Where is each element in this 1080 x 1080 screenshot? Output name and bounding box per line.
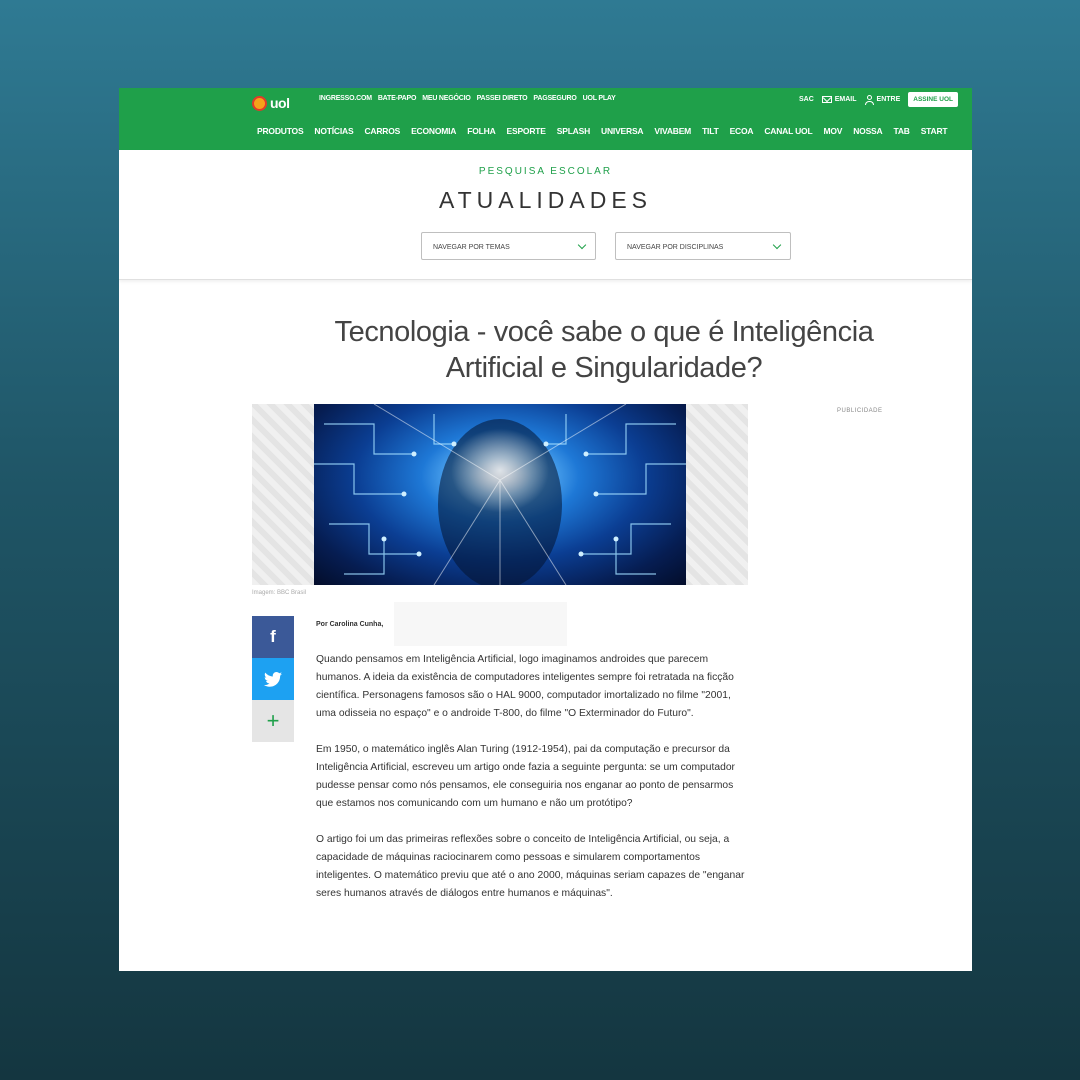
twitter-share-button[interactable] — [252, 658, 294, 700]
article-image[interactable] — [314, 404, 686, 585]
disciplines-dropdown-label: NAVEGAR POR DISCIPLINAS — [627, 244, 724, 251]
ad-label: PUBLICIDADE — [837, 408, 883, 414]
themes-dropdown[interactable]: NAVEGAR POR TEMAS — [421, 232, 596, 260]
nav-item-noticias[interactable]: NOTÍCIAS — [314, 126, 353, 136]
article-paragraph: Quando pensamos em Inteligência Artifici… — [316, 654, 734, 719]
nav-item-tilt[interactable]: TILT — [702, 126, 719, 136]
nav-item-vivabem[interactable]: VIVABEM — [654, 126, 691, 136]
nav-item-carros[interactable]: CARROS — [364, 126, 400, 136]
top-link-bate-papo[interactable]: BATE-PAPO — [378, 95, 417, 102]
article-title: Tecnologia - você sabe o que é Inteligên… — [334, 316, 874, 384]
nav-item-universa[interactable]: UNIVERSA — [601, 126, 644, 136]
nav-item-esporte[interactable]: ESPORTE — [507, 126, 546, 136]
top-link-passei-direto[interactable]: PASSEI DIRETO — [477, 95, 528, 102]
mail-icon — [821, 96, 832, 103]
themes-dropdown-label: NAVEGAR POR TEMAS — [433, 244, 510, 251]
image-caption: Imagem: BBC Brasil — [252, 590, 307, 596]
facebook-share-button[interactable]: f — [252, 616, 294, 658]
login-link[interactable]: ENTRE — [864, 95, 901, 105]
article-byline: Por Carolina Cunha, — [316, 621, 384, 628]
nav-item-folha[interactable]: FOLHA — [467, 126, 495, 136]
subscribe-button[interactable]: ASSINE UOL — [908, 92, 958, 107]
more-share-button[interactable]: + — [252, 700, 294, 742]
top-links: INGRESSO.COM BATE-PAPO MEU NEGÓCIO PASSE… — [319, 95, 616, 102]
login-label: ENTRE — [876, 96, 901, 103]
uol-logo[interactable]: uol — [252, 93, 290, 113]
chevron-down-icon — [772, 240, 782, 250]
nav-item-produtos[interactable]: PRODUTOS — [257, 126, 304, 136]
nav-item-nossa[interactable]: NOSSA — [853, 126, 882, 136]
sac-link[interactable]: SAC — [799, 96, 814, 103]
sac-label: SAC — [798, 96, 814, 103]
account-links: SAC EMAIL ENTRE ASSINE UOL — [799, 92, 958, 107]
author-info-box — [394, 602, 567, 646]
ai-head-illustration — [314, 404, 686, 585]
facebook-icon: f — [270, 627, 276, 646]
nav-item-mov[interactable]: MOV — [823, 126, 842, 136]
nav-item-start[interactable]: START — [921, 126, 948, 136]
nav-item-canal-uol[interactable]: CANAL UOL — [764, 126, 812, 136]
top-header: uol INGRESSO.COM BATE-PAPO MEU NEGÓCIO P… — [119, 88, 972, 150]
article-paragraph: Em 1950, o matemático inglês Alan Turing… — [316, 744, 735, 809]
plus-icon: + — [266, 708, 280, 733]
nav-item-tab[interactable]: TAB — [893, 126, 909, 136]
main-nav: PRODUTOS NOTÍCIAS CARROS ECONOMIA FOLHA … — [257, 126, 948, 136]
article-paragraph: O artigo foi um das primeiras reflexões … — [316, 834, 745, 899]
share-bar: f + — [252, 616, 294, 742]
disciplines-dropdown[interactable]: NAVEGAR POR DISCIPLINAS — [615, 232, 791, 260]
top-link-ingresso[interactable]: INGRESSO.COM — [319, 95, 372, 102]
top-link-meu-negocio[interactable]: MEU NEGÓCIO — [422, 95, 471, 102]
nav-item-economia[interactable]: ECONOMIA — [411, 126, 456, 136]
section-kicker[interactable]: PESQUISA ESCOLAR — [119, 166, 972, 177]
email-label: EMAIL — [834, 96, 857, 103]
uol-logo-icon — [252, 95, 267, 111]
user-icon — [864, 95, 874, 105]
article-image-frame — [252, 404, 748, 585]
browser-page: uol INGRESSO.COM BATE-PAPO MEU NEGÓCIO P… — [119, 88, 972, 971]
twitter-icon — [264, 671, 282, 687]
section-title[interactable]: ATUALIDADES — [119, 187, 972, 214]
top-link-uol-play[interactable]: UOL PLAY — [583, 95, 616, 102]
logo-text: uol — [270, 95, 290, 111]
chevron-down-icon — [577, 240, 587, 250]
article-body: Quando pensamos em Inteligência Artifici… — [316, 651, 751, 921]
nav-item-ecoa[interactable]: ECOA — [730, 126, 754, 136]
top-link-pagseguro[interactable]: PAGSEGURO — [533, 95, 576, 102]
email-link[interactable]: EMAIL — [821, 96, 857, 103]
section-header: PESQUISA ESCOLAR ATUALIDADES NAVEGAR POR… — [119, 150, 972, 280]
nav-item-splash[interactable]: SPLASH — [557, 126, 590, 136]
